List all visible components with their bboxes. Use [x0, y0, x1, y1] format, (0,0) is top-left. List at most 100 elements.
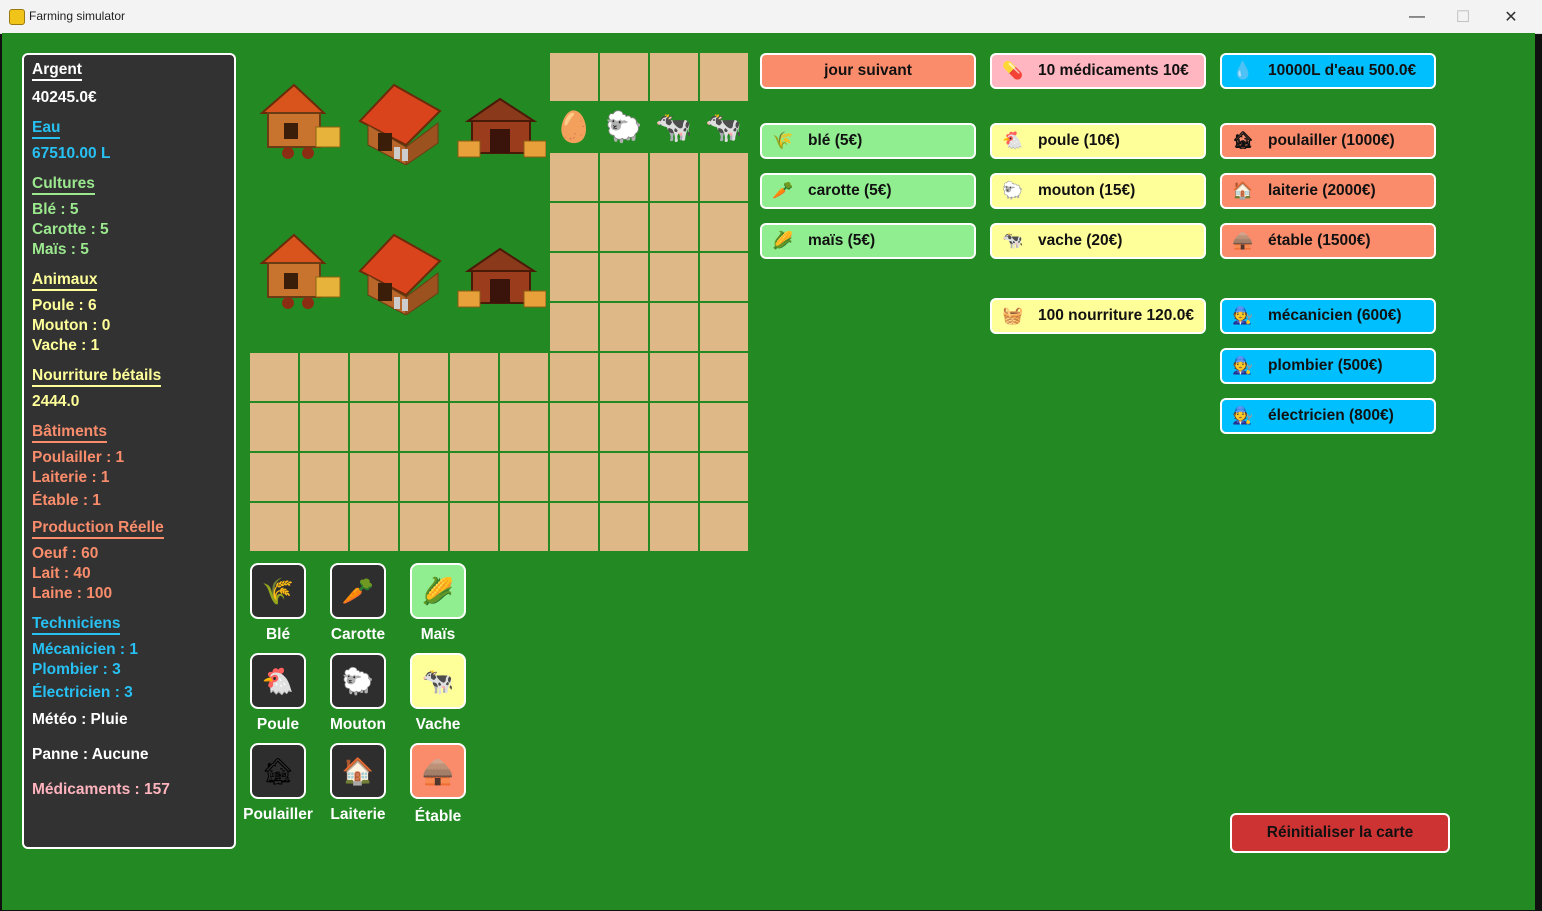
select-carrot-button[interactable]: 🥕 [330, 563, 386, 619]
production-heading: Production Réelle [32, 519, 164, 539]
farm-tile[interactable] [300, 503, 348, 551]
farm-tile[interactable] [700, 303, 748, 351]
minimize-button[interactable]: — [1394, 0, 1440, 33]
farm-tile[interactable] [300, 353, 348, 401]
farm-tile[interactable] [250, 403, 298, 451]
buy-chicken-button[interactable]: 🐔 poule (10€) [990, 123, 1206, 159]
farm-tile[interactable] [500, 403, 548, 451]
buy-plumber-button[interactable]: 🧑‍🔧 plombier (500€) [1220, 348, 1436, 384]
farm-tile[interactable] [550, 453, 598, 501]
technician-count-electrician: Électricien : 3 [32, 684, 133, 701]
farm-tile[interactable] [450, 503, 498, 551]
farm-tile[interactable] [700, 403, 748, 451]
farm-tile[interactable] [700, 153, 748, 201]
farm-tile[interactable] [350, 503, 398, 551]
building-count-barn: Étable : 1 [32, 492, 101, 509]
farm-tile[interactable] [600, 253, 648, 301]
farm-tile[interactable] [600, 203, 648, 251]
buy-electrician-button[interactable]: 🧑‍🔧 électricien (800€) [1220, 398, 1436, 434]
select-wheat-button[interactable]: 🌾 [250, 563, 306, 619]
farm-tile[interactable] [550, 203, 598, 251]
farm-tile[interactable] [550, 53, 598, 101]
farm-tile[interactable] [550, 253, 598, 301]
farm-tile[interactable] [650, 453, 698, 501]
farm-tile[interactable] [350, 453, 398, 501]
farm-tile[interactable] [650, 303, 698, 351]
farm-tile[interactable] [650, 203, 698, 251]
select-corn-button[interactable]: 🌽 [410, 563, 466, 619]
farm-tile[interactable] [700, 253, 748, 301]
buy-feed-button[interactable]: 🧺 100 nourriture 120.0€ [990, 298, 1206, 334]
farm-tile[interactable] [450, 453, 498, 501]
farm-tile[interactable] [550, 353, 598, 401]
farm-tile[interactable] [650, 503, 698, 551]
farm-tile[interactable] [700, 503, 748, 551]
farm-tile[interactable] [350, 353, 398, 401]
farm-tile[interactable] [700, 453, 748, 501]
water-value: 67510.00 L [32, 145, 111, 162]
buy-mechanic-button[interactable]: 🧑‍🔧 mécanicien (600€) [1220, 298, 1436, 334]
select-chicken-button[interactable]: 🐔 [250, 653, 306, 709]
farm-tile[interactable] [400, 503, 448, 551]
app-icon [9, 9, 25, 25]
carrot-icon: 🥕 [341, 575, 375, 606]
select-cow-button[interactable]: 🐄 [410, 653, 466, 709]
farm-tile[interactable] [550, 303, 598, 351]
buy-corn-button[interactable]: 🌽 maïs (5€) [760, 223, 976, 259]
farm-tile[interactable] [500, 353, 548, 401]
farm-tile[interactable] [600, 403, 648, 451]
farm-tile[interactable] [600, 303, 648, 351]
maximize-button[interactable]: ☐ [1440, 0, 1486, 33]
farm-tile[interactable] [550, 153, 598, 201]
farm-tile[interactable] [650, 253, 698, 301]
buy-sheep-button[interactable]: 🐑 mouton (15€) [990, 173, 1206, 209]
farm-tile[interactable] [600, 153, 648, 201]
farm-tile[interactable] [700, 203, 748, 251]
farm-tile[interactable] [450, 353, 498, 401]
buy-cow-button[interactable]: 🐄 vache (20€) [990, 223, 1206, 259]
farm-tile[interactable] [500, 453, 548, 501]
farm-tile[interactable] [250, 453, 298, 501]
buy-carrot-label: carotte (5€) [808, 182, 892, 199]
farm-tile[interactable] [450, 403, 498, 451]
reset-map-button[interactable]: Réinitialiser la carte [1230, 813, 1450, 853]
buy-chicken-coop-button[interactable]: 🏚 poulailler (1000€) [1220, 123, 1436, 159]
buy-dairy-button[interactable]: 🏠 laiterie (2000€) [1220, 173, 1436, 209]
buy-wheat-button[interactable]: 🌾 blé (5€) [760, 123, 976, 159]
farm-tile[interactable] [250, 353, 298, 401]
select-chicken-coop-button[interactable]: 🏚 [250, 743, 306, 799]
buildings-heading: Bâtiments [32, 423, 107, 443]
buy-barn-button[interactable]: 🛖 étable (1500€) [1220, 223, 1436, 259]
farm-tile[interactable] [550, 503, 598, 551]
farm-tile[interactable] [600, 453, 648, 501]
select-sheep-button[interactable]: 🐑 [330, 653, 386, 709]
next-day-button[interactable]: jour suivant [760, 53, 976, 89]
farm-tile[interactable] [650, 353, 698, 401]
farm-tile[interactable] [600, 353, 648, 401]
farm-tile[interactable] [300, 403, 348, 451]
close-button[interactable]: ✕ [1488, 0, 1534, 33]
farm-tile[interactable] [700, 53, 748, 101]
buy-medicine-button[interactable]: 💊 10 médicaments 10€ [990, 53, 1206, 89]
buy-water-button[interactable]: 💧 10000L d'eau 500.0€ [1220, 53, 1436, 89]
buy-carrot-button[interactable]: 🥕 carotte (5€) [760, 173, 976, 209]
farm-tile[interactable] [250, 503, 298, 551]
farm-tile[interactable] [650, 153, 698, 201]
farm-tile[interactable] [400, 403, 448, 451]
farm-tile[interactable] [400, 353, 448, 401]
farm-tile[interactable] [650, 53, 698, 101]
select-dairy-button[interactable]: 🏠 [330, 743, 386, 799]
select-barn-button[interactable]: 🛖 [410, 743, 466, 799]
farm-tile[interactable] [300, 453, 348, 501]
building-count-dairy: Laiterie : 1 [32, 469, 110, 486]
farm-tile[interactable] [400, 453, 448, 501]
farm-tile[interactable] [550, 403, 598, 451]
farm-tile[interactable] [700, 353, 748, 401]
buy-electrician-label: électricien (800€) [1268, 407, 1394, 424]
sheep-icon: 🐑 [1002, 181, 1024, 200]
farm-tile[interactable] [600, 503, 648, 551]
farm-tile[interactable] [350, 403, 398, 451]
farm-tile[interactable] [600, 53, 648, 101]
farm-tile[interactable] [650, 403, 698, 451]
farm-tile[interactable] [500, 503, 548, 551]
